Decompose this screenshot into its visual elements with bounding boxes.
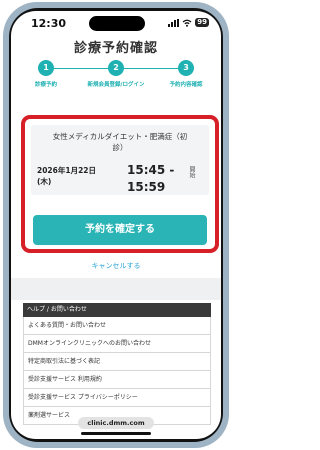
reservation-end-time: 15:59 [127,180,166,194]
home-indicator[interactable] [81,432,151,435]
reservation-time: 15:45 - 15:59 [127,162,174,196]
step-label: 予約内容確認 [169,82,203,88]
help-header: ヘルプ / お問い合わせ [23,303,211,317]
dynamic-island [89,16,145,31]
menu-name-line: 診） [112,143,128,152]
help-link-commerce-law[interactable]: 特定商取引法に基づく表記 [23,353,211,371]
reservation-card: 女性メディカルダイエット・肥満症（初 診） 2026年1月22日 (木) 15:… [21,115,219,253]
help-link-privacy[interactable]: 受診支援サービス プライバシーポリシー [23,389,211,407]
step-label: 新規会員登録/ログイン [87,82,145,88]
signal-icon [168,18,180,27]
phone-screen: 12:30 99 診療予約確認 1 診療予約 2 新規会員登録/ログイン 3 予… [11,11,221,439]
confirm-reservation-button[interactable]: 予約を確定する [33,215,207,245]
status-bar: 12:30 99 [11,11,221,37]
step-1: 1 診療予約 [11,60,81,88]
menu-name: 女性メディカルダイエット・肥満症（初 診） [37,131,203,153]
step-2: 2 新規会員登録/ログイン [81,60,151,88]
status-time: 12:30 [31,17,67,30]
help-link-terms[interactable]: 受診支援サービス 利用規約 [23,371,211,389]
step-3: 3 予約内容確認 [151,60,221,88]
reservation-date-text: 2026年1月22日 [37,166,97,175]
page-title: 診療予約確認 [73,41,158,56]
reservation-details: 女性メディカルダイエット・肥満症（初 診） 2026年1月22日 (木) 15:… [31,125,209,195]
reservation-date: 2026年1月22日 (木) [37,165,96,187]
section-divider [11,278,221,300]
reservation-open-label: 開始 [188,166,195,178]
battery-icon: 99 [195,18,209,27]
reservation-weekday: (木) [37,177,52,186]
step-number: 2 [108,60,124,76]
browser-url-bar[interactable]: clinic.dmm.com [78,417,154,429]
wifi-icon [182,19,192,27]
cancel-link[interactable]: キャンセルする [11,261,221,271]
menu-name-line: 女性メディカルダイエット・肥満症（初 [52,132,188,141]
step-number: 1 [38,60,54,76]
help-link-faq[interactable]: よくある質問・お問い合わせ [23,317,211,335]
reservation-start-time: 15:45 - [127,163,175,177]
step-label: 診療予約 [34,82,57,88]
status-icons: 99 [168,18,209,27]
progress-steps: 1 診療予約 2 新規会員登録/ログイン 3 予約内容確認 [11,60,221,100]
help-link-contact[interactable]: DMMオンラインクリニックへのお問い合わせ [23,335,211,353]
step-number: 3 [178,60,194,76]
help-section: ヘルプ / お問い合わせ よくある質問・お問い合わせ DMMオンラインクリニック… [23,303,211,425]
